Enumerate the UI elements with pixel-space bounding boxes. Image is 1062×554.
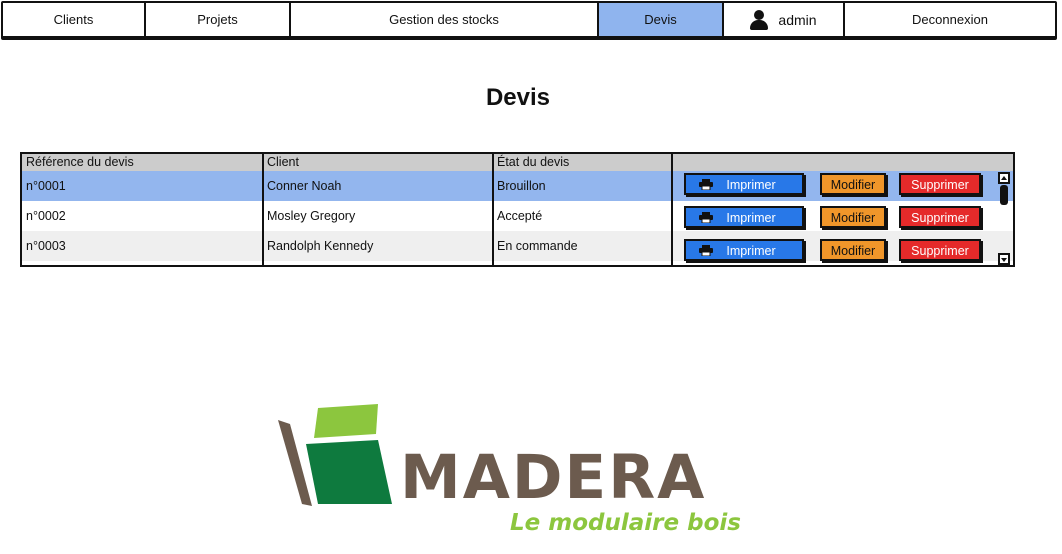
cell-reference: n°0002: [26, 209, 66, 223]
delete-button-label: Supprimer: [911, 211, 969, 225]
devis-table: Référence du devis Client État du devis …: [20, 152, 1015, 267]
delete-button-label: Supprimer: [911, 178, 969, 192]
logo-tagline: Le modulaire bois: [510, 510, 741, 536]
printer-icon: [699, 179, 713, 190]
user-icon: [750, 9, 769, 30]
edit-button-label: Modifier: [830, 178, 876, 192]
print-button[interactable]: Imprimer: [684, 173, 804, 195]
delete-button[interactable]: Supprimer: [899, 239, 981, 261]
nav-deconnexion-label: Deconnexion: [912, 12, 988, 27]
scroll-up-arrow-icon[interactable]: [998, 172, 1010, 184]
nav-projets-label: Projets: [197, 12, 238, 27]
column-header-reference[interactable]: Référence du devis: [26, 155, 134, 169]
cell-reference: n°0003: [26, 239, 66, 253]
nav-gestion-stocks-label: Gestion des stocks: [389, 12, 499, 27]
column-header-status[interactable]: État du devis: [497, 155, 569, 169]
cell-status: Brouillon: [497, 179, 546, 193]
printer-icon: [699, 245, 713, 256]
nav-gestion-stocks[interactable]: Gestion des stocks: [291, 3, 599, 36]
nav-deconnexion[interactable]: Deconnexion: [845, 3, 1055, 36]
scrollbar-thumb[interactable]: [1000, 185, 1008, 205]
print-button[interactable]: Imprimer: [684, 239, 804, 261]
print-button[interactable]: Imprimer: [684, 206, 804, 228]
scroll-down-arrow-icon[interactable]: [998, 253, 1010, 265]
print-button-label: Imprimer: [726, 211, 776, 225]
cell-client: Conner Noah: [267, 179, 342, 193]
nav-projets[interactable]: Projets: [146, 3, 291, 36]
print-button-label: Imprimer: [726, 178, 776, 192]
table-scrollbar[interactable]: [998, 172, 1010, 265]
cell-status: Accepté: [497, 209, 543, 223]
actions-header: [673, 154, 1013, 171]
nav-user-label: admin: [778, 11, 817, 28]
page-title: Devis: [485, 84, 551, 111]
madera-logo-mark-icon: [278, 404, 392, 506]
printer-icon: [699, 212, 713, 223]
delete-button-label: Supprimer: [911, 244, 969, 258]
delete-button[interactable]: Supprimer: [899, 206, 981, 228]
nav-clients[interactable]: Clients: [3, 3, 146, 36]
top-nav: Clients Projets Gestion des stocks Devis…: [1, 1, 1057, 38]
nav-user[interactable]: admin: [724, 3, 845, 36]
delete-button[interactable]: Supprimer: [899, 173, 981, 195]
column-header-client[interactable]: Client: [267, 155, 299, 169]
madera-logo: MADERA Le modulaire bois: [276, 404, 741, 544]
cell-client: Mosley Gregory: [267, 209, 356, 223]
edit-button-label: Modifier: [830, 211, 876, 225]
edit-button[interactable]: Modifier: [820, 239, 886, 261]
column-divider: [262, 154, 264, 265]
cell-reference: n°0001: [26, 179, 66, 193]
logo-wordmark: MADERA: [400, 442, 707, 513]
nav-clients-label: Clients: [53, 12, 94, 27]
nav-devis-label: Devis: [644, 12, 677, 27]
edit-button[interactable]: Modifier: [820, 206, 886, 228]
edit-button-label: Modifier: [830, 244, 876, 258]
print-button-label: Imprimer: [726, 244, 776, 258]
nav-devis[interactable]: Devis: [599, 3, 724, 36]
cell-status: En commande: [497, 239, 578, 253]
edit-button[interactable]: Modifier: [820, 173, 886, 195]
cell-client: Randolph Kennedy: [267, 239, 374, 253]
column-divider: [492, 154, 494, 265]
